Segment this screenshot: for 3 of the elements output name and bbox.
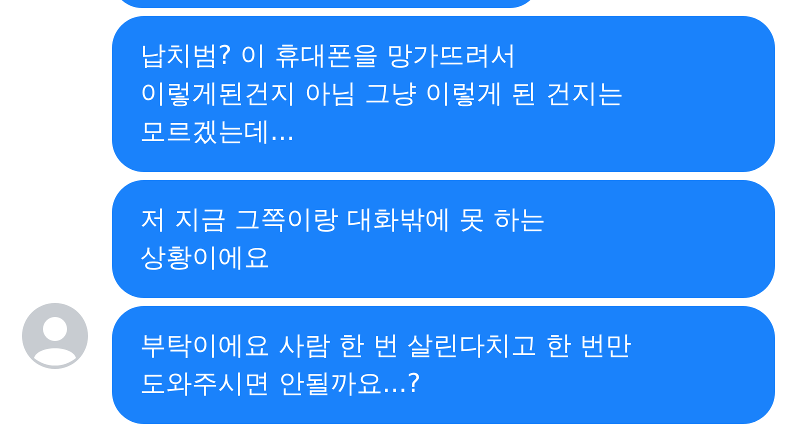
message-bubble: 저 지금 그쪽이랑 대화밖에 못 하는 상황이에요 bbox=[112, 180, 775, 298]
message-bubble: 부탁이에요 사람 한 번 살린다치고 한 번만 도와주시면 안될까요...? bbox=[112, 306, 775, 424]
message-bubble: 납치범? 이 휴대폰을 망가뜨려서 이렇게된건지 아님 그냥 이렇게 된 건지는 모르겠는데... bbox=[112, 16, 775, 172]
